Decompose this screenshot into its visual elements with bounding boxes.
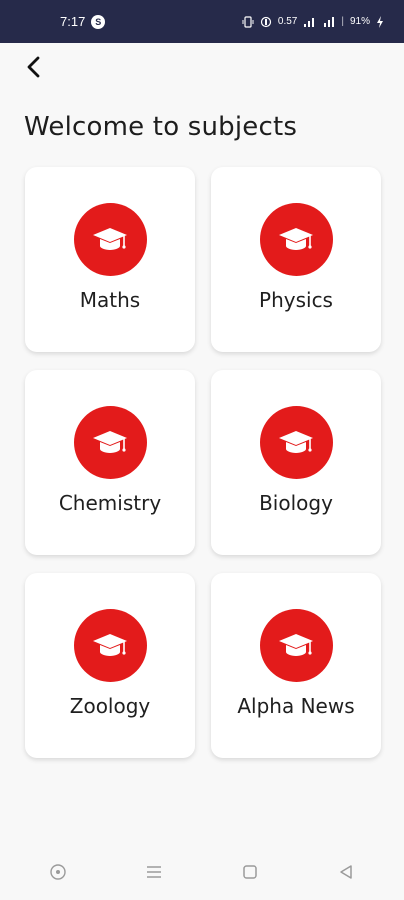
menu-icon bbox=[145, 864, 163, 885]
subject-label: Zoology bbox=[69, 694, 151, 718]
subject-card-chemistry[interactable]: Chemistry bbox=[25, 370, 195, 555]
status-right: 0.57 | 91% bbox=[242, 15, 384, 28]
status-time: 7:17 bbox=[60, 14, 86, 29]
graduation-cap-icon bbox=[73, 203, 147, 276]
subject-label: Physics bbox=[259, 288, 333, 312]
battery-level: 91% bbox=[349, 16, 370, 27]
home-button[interactable] bbox=[230, 854, 270, 894]
graduation-cap-icon bbox=[259, 203, 333, 276]
assistant-button[interactable] bbox=[38, 854, 78, 894]
subject-card-physics[interactable]: Physics bbox=[211, 167, 381, 352]
system-nav-bar bbox=[0, 848, 404, 900]
menu-button[interactable] bbox=[134, 854, 174, 894]
back-triangle-icon bbox=[338, 864, 354, 885]
subject-card-alpha-news[interactable]: Alpha News bbox=[211, 573, 381, 758]
wifi-signal-icon bbox=[323, 16, 335, 28]
subject-card-zoology[interactable]: Zoology bbox=[25, 573, 195, 758]
graduation-cap-icon bbox=[259, 406, 333, 479]
subject-label: Maths bbox=[79, 288, 141, 312]
subject-label: Biology bbox=[259, 491, 333, 515]
status-separator: | bbox=[341, 16, 344, 27]
home-square-icon bbox=[242, 864, 258, 885]
system-back-button[interactable] bbox=[326, 854, 366, 894]
subjects-grid: Maths Physics Chemistry Biology Zoology … bbox=[25, 167, 381, 758]
graduation-cap-icon bbox=[73, 609, 147, 682]
subject-card-maths[interactable]: Maths bbox=[25, 167, 195, 352]
graduation-cap-icon bbox=[259, 609, 333, 682]
subject-label: Alpha News bbox=[237, 694, 355, 718]
status-bar: 7:17 S 0.57 | 91% bbox=[0, 0, 404, 43]
page-title: Welcome to subjects bbox=[24, 112, 298, 142]
data-icon bbox=[260, 16, 272, 28]
assistant-icon bbox=[49, 863, 67, 886]
status-left: 7:17 S bbox=[60, 14, 106, 29]
charging-icon bbox=[376, 15, 384, 28]
signal-icon bbox=[303, 16, 317, 28]
subject-card-biology[interactable]: Biology bbox=[211, 370, 381, 555]
graduation-cap-icon bbox=[73, 406, 147, 479]
back-button[interactable] bbox=[18, 53, 50, 85]
chevron-left-icon bbox=[24, 56, 44, 83]
network-speed: 0.57 bbox=[277, 16, 298, 27]
notification-badge: S bbox=[91, 14, 106, 29]
subject-label: Chemistry bbox=[58, 491, 162, 515]
vibrate-icon bbox=[242, 15, 254, 28]
